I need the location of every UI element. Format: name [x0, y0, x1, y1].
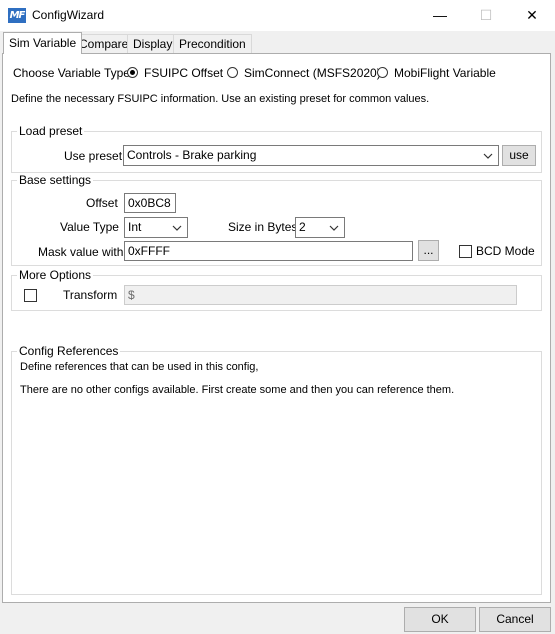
offset-label: Offset — [86, 196, 118, 210]
tab-display[interactable]: Display — [127, 34, 179, 53]
variable-type-label: Choose Variable Type — [13, 66, 130, 80]
config-references-description: Define references that can be used in th… — [20, 361, 259, 373]
offset-input[interactable]: 0x0BC8 — [124, 193, 176, 213]
config-references-empty-message: There are no other configs available. Fi… — [20, 384, 455, 396]
mask-value-input[interactable]: 0xFFFF — [124, 241, 413, 261]
chevron-down-icon — [172, 225, 182, 231]
radio-fsuipc-offset[interactable] — [127, 67, 138, 78]
bcd-mode-checkbox[interactable] — [459, 245, 472, 258]
load-preset-title: Load preset — [17, 124, 85, 138]
ok-button[interactable]: OK — [404, 607, 476, 632]
tab-compare[interactable]: Compare — [73, 34, 135, 53]
chevron-down-icon — [483, 153, 493, 159]
tab-precondition[interactable]: Precondition — [173, 34, 252, 53]
radio-mobiflight-label[interactable]: MobiFlight Variable — [394, 66, 496, 80]
window-title: ConfigWizard — [32, 8, 105, 22]
config-references-title: Config References — [17, 344, 121, 358]
radio-mobiflight-variable[interactable] — [377, 67, 388, 78]
radio-simconnect[interactable] — [227, 67, 238, 78]
title-bar: MF ConfigWizard — ☐ ✕ — [0, 0, 555, 31]
transform-label[interactable]: Transform — [63, 288, 117, 302]
cancel-button[interactable]: Cancel — [479, 607, 551, 632]
base-settings-title: Base settings — [17, 173, 94, 187]
value-type-label: Value Type — [60, 220, 119, 234]
description-text: Define the necessary FSUIPC information.… — [11, 93, 430, 105]
radio-fsuipc-label[interactable]: FSUIPC Offset — [144, 66, 223, 80]
mask-value-label: Mask value with — [38, 245, 124, 259]
size-in-bytes-value: 2 — [299, 220, 306, 234]
use-preset-label: Use preset — [64, 149, 123, 163]
bcd-mode-label[interactable]: BCD Mode — [476, 244, 535, 258]
size-in-bytes-label: Size in Bytes — [228, 220, 298, 234]
maximize-icon: ☐ — [479, 7, 493, 23]
mobiflight-logo-icon: MF — [8, 8, 26, 23]
preset-dropdown-value: Controls - Brake parking — [127, 148, 257, 162]
mask-browse-button[interactable]: ... — [418, 240, 439, 261]
close-icon[interactable]: ✕ — [509, 0, 555, 31]
preset-dropdown[interactable]: Controls - Brake parking — [123, 145, 499, 166]
size-in-bytes-dropdown[interactable]: 2 — [295, 217, 345, 238]
transform-input[interactable]: $ — [124, 285, 517, 305]
chevron-down-icon — [329, 225, 339, 231]
transform-checkbox[interactable] — [24, 289, 37, 302]
more-options-title: More Options — [17, 268, 94, 282]
value-type-value: Int — [128, 220, 142, 234]
value-type-dropdown[interactable]: Int — [124, 217, 188, 238]
tab-sim-variable[interactable]: Sim Variable — [3, 32, 83, 54]
use-preset-button[interactable]: use — [502, 145, 536, 166]
minimize-icon[interactable]: — — [417, 0, 463, 31]
radio-simconnect-label[interactable]: SimConnect (MSFS2020) — [244, 66, 381, 80]
